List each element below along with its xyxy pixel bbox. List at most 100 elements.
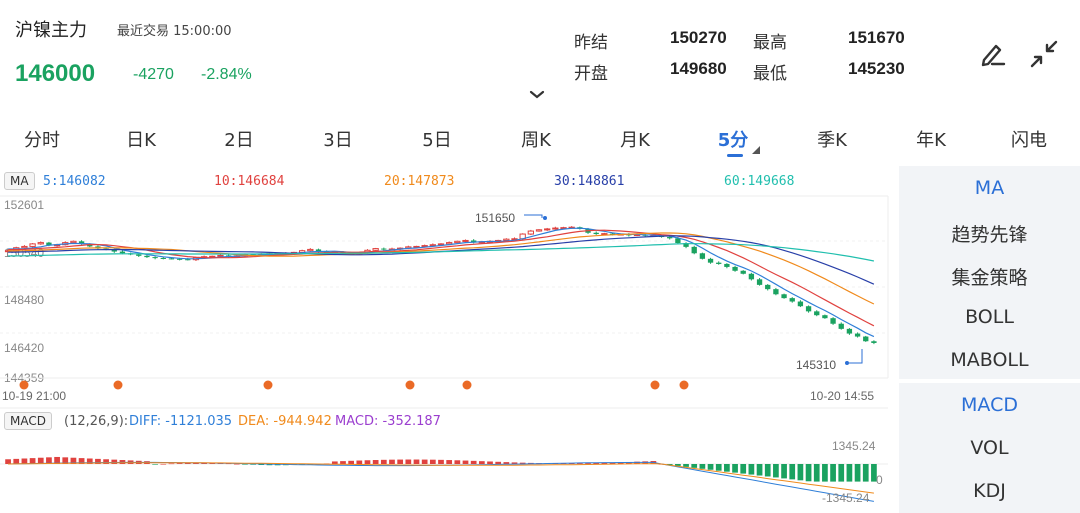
macd-bar xyxy=(462,460,469,464)
candle-body xyxy=(535,229,543,232)
macd-bar xyxy=(699,464,706,469)
peak-marker xyxy=(524,214,543,218)
kline-chart[interactable] xyxy=(0,166,895,513)
event-marker[interactable] xyxy=(263,380,273,390)
macd-bar xyxy=(487,461,493,464)
candle-body xyxy=(716,262,722,264)
candle-body xyxy=(29,243,36,247)
peak-dot xyxy=(543,216,547,220)
collapse-arrows-icon[interactable] xyxy=(1028,38,1060,70)
macd-bar xyxy=(413,459,420,464)
macd-bar xyxy=(446,460,453,464)
macd-bar xyxy=(740,464,747,474)
candle-body xyxy=(21,245,28,249)
period-dropdown-icon[interactable] xyxy=(752,146,760,154)
prev-settle-label: 昨结 xyxy=(574,33,608,53)
macd-bar xyxy=(503,462,510,464)
last-trade-time: 最近交易 15:00:00 xyxy=(117,24,232,39)
event-marker[interactable] xyxy=(405,380,415,390)
macd-bar xyxy=(854,464,861,482)
active-tab-indicator xyxy=(727,154,743,157)
candle-body xyxy=(527,230,535,235)
low-value: 145230 xyxy=(848,59,905,78)
tab-3day[interactable]: 3日 xyxy=(323,126,352,152)
period-tabs: 分时 日K 2日 3日 5日 周K 月K 5分 季K 年K 闪电 xyxy=(0,112,1080,162)
indicator-boll[interactable]: BOLL xyxy=(899,306,1080,328)
candle-body xyxy=(372,248,379,251)
candle-body xyxy=(748,273,755,280)
macd-bar xyxy=(813,464,820,482)
candle-body xyxy=(822,315,828,319)
macd-bar xyxy=(380,459,387,464)
tab-5day[interactable]: 5日 xyxy=(422,126,451,152)
tab-intraday[interactable]: 分时 xyxy=(24,126,60,152)
indicator-trend[interactable]: 趋势先锋 xyxy=(899,220,1080,247)
open-value: 149680 xyxy=(670,59,727,78)
macd-bar xyxy=(13,458,20,464)
macd-bar xyxy=(421,459,428,464)
candle-body xyxy=(871,341,877,343)
tab-quarterly[interactable]: 季K xyxy=(817,126,847,152)
tab-weekly[interactable]: 周K xyxy=(521,126,551,152)
macd-bar xyxy=(715,464,722,471)
tab-2day[interactable]: 2日 xyxy=(224,126,253,152)
candle-body xyxy=(838,323,844,329)
macd-bar xyxy=(732,464,738,473)
indicator-gold[interactable]: 集金策略 xyxy=(899,263,1080,290)
indicator-ma[interactable]: MA xyxy=(899,177,1080,199)
macd-bar xyxy=(789,464,796,480)
candle-body xyxy=(724,263,730,267)
candle-body xyxy=(863,336,869,342)
price-change-pct: -2.84% xyxy=(201,66,252,83)
open-label: 开盘 xyxy=(574,64,608,84)
candle-body xyxy=(381,248,387,250)
event-marker[interactable] xyxy=(462,380,472,390)
event-marker[interactable] xyxy=(19,380,29,390)
high-value: 151670 xyxy=(848,28,905,47)
candle-body xyxy=(168,258,175,260)
macd-bar xyxy=(756,464,763,476)
macd-bar xyxy=(454,460,461,464)
tab-yearly[interactable]: 年K xyxy=(916,126,946,152)
candle-body xyxy=(552,227,559,230)
macd-bar xyxy=(830,464,836,482)
macd-bar xyxy=(389,459,395,464)
candle-body xyxy=(707,258,714,263)
macd-bar xyxy=(478,461,485,464)
macd-bar xyxy=(405,459,412,464)
candle-body xyxy=(593,232,599,235)
candle-body xyxy=(136,254,142,256)
tab-5min[interactable]: 5分 xyxy=(718,126,749,152)
macd-bar xyxy=(331,461,338,464)
edit-pen-icon[interactable] xyxy=(978,38,1008,68)
candle-body xyxy=(544,228,551,231)
indicator-kdj[interactable]: KDJ xyxy=(899,480,1080,502)
candle-body xyxy=(454,240,461,244)
candle-body xyxy=(144,255,150,258)
indicator-macd[interactable]: MACD xyxy=(899,394,1080,416)
event-marker[interactable] xyxy=(113,380,123,390)
candle-body xyxy=(854,333,861,337)
event-marker[interactable] xyxy=(679,380,689,390)
macd-bar xyxy=(176,463,183,464)
macd-bar xyxy=(838,464,845,482)
candle-body xyxy=(429,244,436,247)
indicator-maboll[interactable]: MABOLL xyxy=(899,349,1080,371)
candle-body xyxy=(446,242,453,245)
tab-lightning[interactable]: 闪电 xyxy=(1011,126,1047,152)
indicator-vol[interactable]: VOL xyxy=(899,437,1080,459)
event-marker[interactable] xyxy=(650,380,660,390)
tab-monthly[interactable]: 月K xyxy=(620,126,650,152)
chevron-down-icon[interactable] xyxy=(529,90,545,100)
macd-indicator-tag[interactable]: MACD xyxy=(4,412,52,430)
macd-bar xyxy=(797,464,804,481)
low-dot xyxy=(845,361,849,365)
high-label: 最高 xyxy=(753,33,787,53)
candle-body xyxy=(675,238,681,244)
price-change: -4270 xyxy=(133,66,174,83)
candle-body xyxy=(846,328,853,334)
tab-daily[interactable]: 日K xyxy=(126,126,156,152)
candle-body xyxy=(699,253,706,259)
candle-body xyxy=(601,233,608,236)
candle-body xyxy=(209,255,216,258)
